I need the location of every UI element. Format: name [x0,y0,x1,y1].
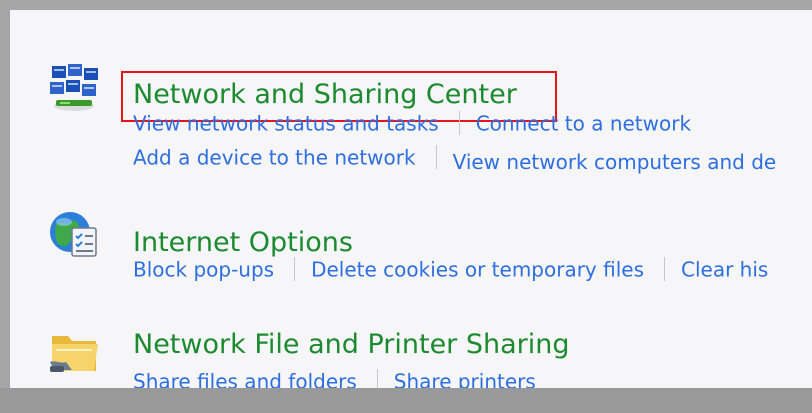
network-sharing-links-row2: Add a device to the network View network … [133,145,777,174]
file-printer-sharing-link[interactable]: Network File and Printer Sharing [133,331,570,358]
category-file-printer-sharing: Network File and Printer Sharing Share f… [10,10,812,388]
window-frame-top [0,0,812,10]
share-printers-link[interactable]: Share printers [394,370,536,389]
delete-cookies-link[interactable]: Delete cookies or temporary files [311,258,644,282]
share-files-link[interactable]: Share files and folders [133,370,357,389]
file-printer-sharing-links-row1: Share files and folders Share printers [133,369,536,389]
window-frame-bottom [0,388,812,413]
link-separator [435,145,437,169]
window-frame-left [0,0,10,413]
control-panel-content: Network and Sharing Center View network … [10,10,812,388]
block-popups-link[interactable]: Block pop-ups [133,258,274,282]
internet-options-icon [50,212,97,257]
view-network-computers-link[interactable]: View network computers and de [453,150,777,174]
folder-sharing-icon [50,336,98,372]
internet-options-links-row1: Block pop-ups Delete cookies or temporary… [133,257,768,283]
clear-history-link[interactable]: Clear his [681,258,768,282]
internet-options-link[interactable]: Internet Options [133,229,353,256]
link-separator [376,369,378,388]
link-separator [294,257,296,281]
add-device-link[interactable]: Add a device to the network [133,146,416,170]
link-separator [664,257,666,281]
